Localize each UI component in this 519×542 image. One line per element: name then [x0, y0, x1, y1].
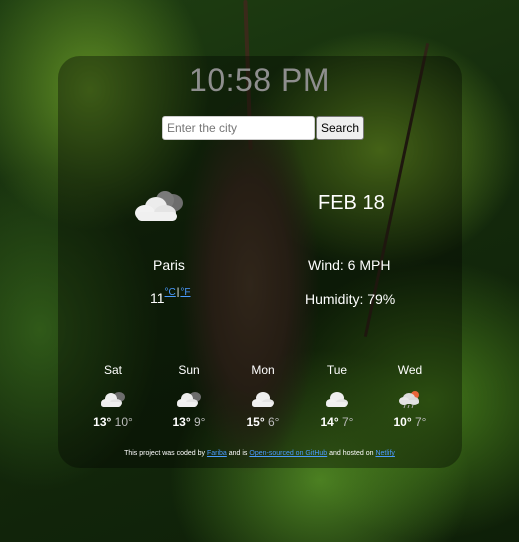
footer-text: and is: [226, 450, 250, 457]
temperature-value: 11: [150, 290, 165, 306]
humidity: Humidity: 79%: [305, 291, 396, 307]
forecast-temps: 13° 9°: [159, 415, 219, 429]
netlify-link[interactable]: Netlify: [375, 450, 394, 457]
github-link[interactable]: Open-sourced on GitHub: [249, 450, 327, 457]
forecast-day-name: Sat: [103, 363, 122, 377]
search-form: Search: [162, 116, 365, 140]
forecast-high: 10°: [393, 415, 412, 429]
rain-cloud-icon: [399, 391, 419, 409]
wind-speed: Wind: 6 MPH: [308, 257, 391, 273]
forecast-high: 13°: [172, 415, 191, 429]
cloud-icon: [135, 191, 183, 221]
cloud-icon: [252, 392, 274, 407]
cloud-icon: [177, 392, 201, 407]
cloud-icon: [326, 392, 348, 407]
forecast-temps: 10° 7°: [380, 415, 440, 429]
footer: This project was coded by Fariba and is …: [0, 450, 519, 457]
forecast-low: 9°: [194, 415, 206, 429]
cloud-icon: [101, 392, 125, 407]
forecast-low: 6°: [268, 415, 280, 429]
unit-separator: |: [176, 287, 180, 298]
author-link[interactable]: Fariba: [207, 450, 227, 457]
forecast-day: Sat 13° 10°: [83, 363, 143, 429]
forecast-high: 13°: [93, 415, 112, 429]
forecast-low: 7°: [415, 415, 427, 429]
forecast-day-name: Wed: [397, 363, 423, 377]
celsius-link[interactable]: °C: [165, 287, 176, 298]
forecast-day-name: Sun: [178, 363, 200, 377]
forecast-day: Sun 13° 9°: [159, 363, 219, 429]
forecast-day: Mon 15° 6°: [233, 363, 293, 429]
forecast-low: 10°: [114, 415, 133, 429]
forecast-temps: 13° 10°: [83, 415, 143, 429]
search-button[interactable]: Search: [316, 116, 365, 140]
forecast-temps: 15° 6°: [233, 415, 293, 429]
current-time: 10:58 PM: [189, 62, 330, 98]
current-temperature: 11 °C | °F: [150, 287, 191, 306]
forecast-day-name: Mon: [251, 363, 275, 377]
forecast-high: 14°: [320, 415, 339, 429]
forecast-day-name: Tue: [326, 363, 348, 377]
footer-text: and hosted on: [327, 450, 376, 457]
city-name: Paris: [153, 257, 185, 273]
forecast-low: 7°: [342, 415, 354, 429]
forecast-day: Tue 14° 7°: [307, 363, 367, 429]
footer-text: This project was coded by: [124, 450, 207, 457]
city-search-input[interactable]: [162, 116, 315, 140]
current-date: FEB 18: [318, 192, 385, 214]
forecast-high: 15°: [246, 415, 265, 429]
fahrenheit-link[interactable]: °F: [180, 287, 190, 298]
forecast-day: Wed 10° 7°: [380, 363, 440, 429]
forecast-temps: 14° 7°: [307, 415, 367, 429]
